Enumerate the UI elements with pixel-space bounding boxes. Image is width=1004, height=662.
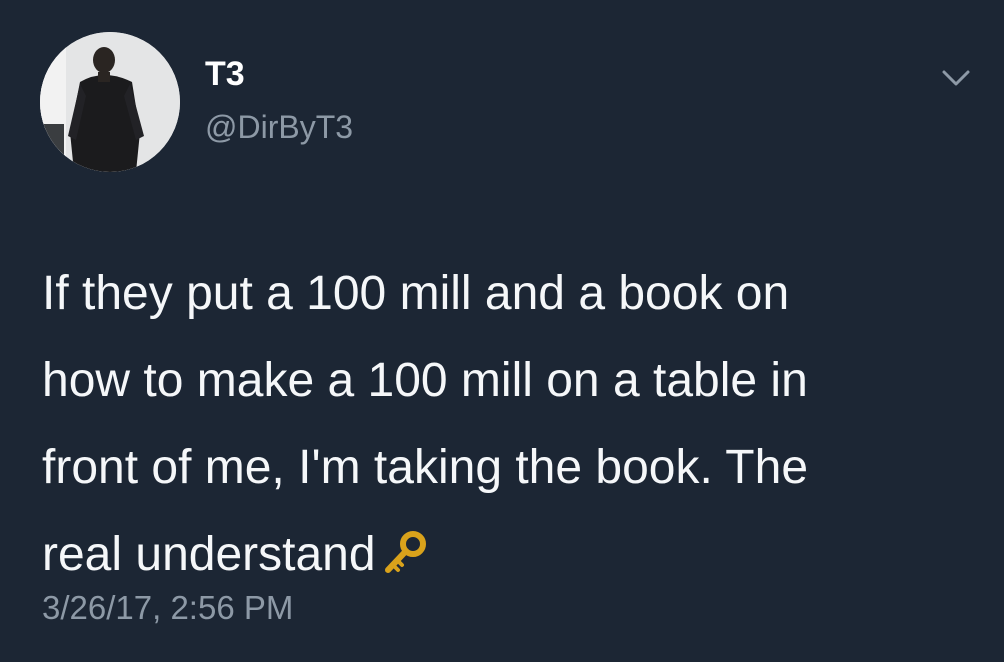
author-handle[interactable]: @DirByT3 — [205, 108, 353, 146]
tweet-text: If they put a 100 mill and a book on how… — [42, 250, 982, 598]
chevron-down-icon[interactable] — [936, 62, 976, 94]
tweet-text-line: If they put a 100 mill and a book on — [42, 267, 790, 320]
avatar[interactable] — [40, 32, 180, 172]
tweet-timestamp[interactable]: 3/26/17, 2:56 PM — [42, 588, 293, 628]
tweet-card: T3 @DirByT3 If they put a 100 mill and a… — [0, 0, 1004, 662]
avatar-image — [40, 32, 180, 172]
key-icon — [382, 517, 428, 573]
tweet-text-line: how to make a 100 mill on a table in — [42, 354, 808, 407]
author-display-name[interactable]: T3 — [205, 54, 245, 94]
tweet-text-line: front of me, I'm taking the book. The — [42, 441, 809, 494]
tweet-text-fragment: real understand — [42, 528, 376, 581]
tweet-text-line-last: real understand — [42, 511, 982, 598]
